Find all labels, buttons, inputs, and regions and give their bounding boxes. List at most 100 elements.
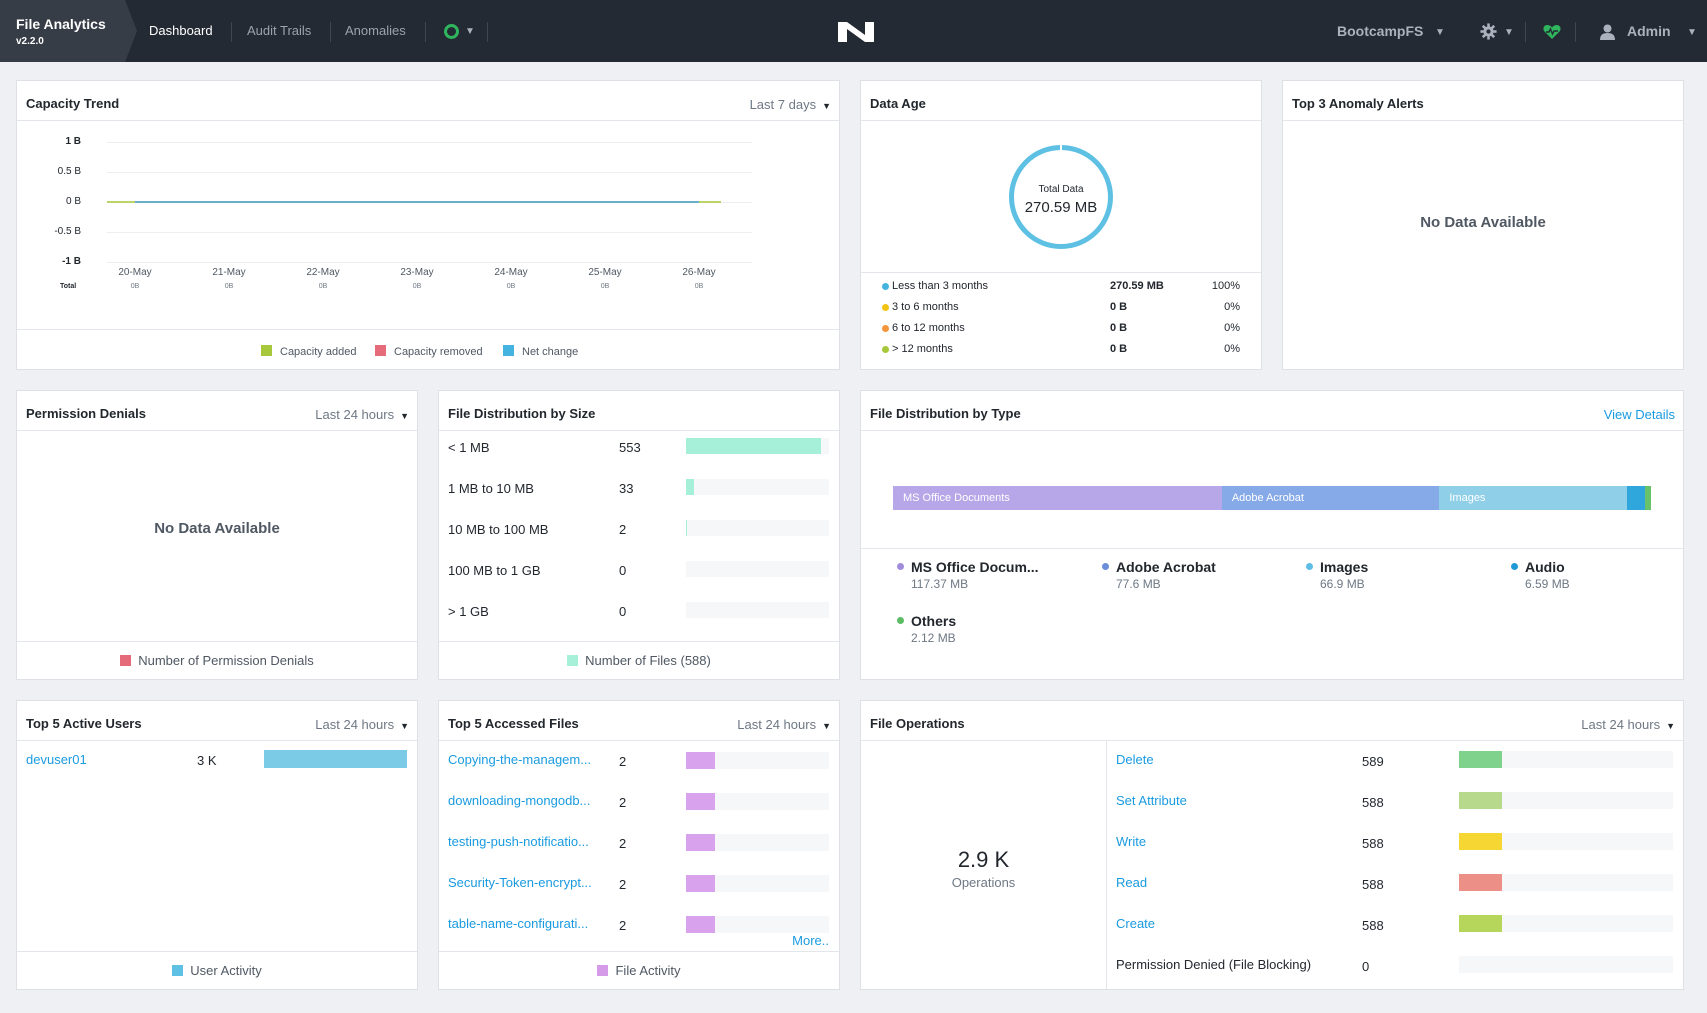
size-bucket-label: 10 MB to 100 MB [448, 522, 549, 537]
file-activity-bar[interactable] [686, 916, 715, 933]
file-type-segment[interactable] [1645, 486, 1651, 510]
file-link[interactable]: downloading-mongodb... [448, 793, 590, 808]
time-range-dropdown[interactable]: Last 24 hours ▼ [315, 407, 409, 422]
file-activity-bar[interactable] [686, 834, 715, 851]
app-title: File Analytics [16, 16, 106, 32]
panel-header: Top 3 Anomaly Alerts [1283, 81, 1683, 121]
filesystem-selector[interactable]: BootcampFS [1337, 0, 1423, 62]
file-type-legend-item[interactable]: Others 2.12 MB [897, 613, 956, 645]
operation-label[interactable]: Read [1116, 875, 1147, 890]
operations-total: 2.9 K [957, 847, 1010, 872]
view-details-link[interactable]: View Details [1604, 407, 1675, 422]
data-age-row: 6 to 12 months 0 B 0% [861, 320, 1261, 340]
file-link[interactable]: testing-push-notificatio... [448, 834, 589, 849]
file-access-count: 2 [619, 795, 627, 810]
file-type-segment[interactable] [1626, 486, 1646, 510]
user-menu[interactable]: Admin [1627, 0, 1671, 62]
tab-anomalies[interactable]: Anomalies [345, 0, 406, 62]
operation-bar[interactable] [1459, 751, 1502, 768]
file-type-segment[interactable]: Images [1439, 486, 1627, 510]
age-bucket-percent: 0% [1224, 343, 1240, 355]
file-type-segment[interactable]: MS Office Documents [893, 486, 1222, 510]
legend-dot [882, 283, 889, 290]
panel-title: Data Age [870, 96, 926, 111]
operation-count: 0 [1362, 959, 1370, 974]
health-heart-icon[interactable] [1543, 24, 1561, 40]
file-type-name: Audio [1525, 559, 1565, 575]
legend-dot [1102, 563, 1109, 570]
chevron-down-icon[interactable]: ▼ [1504, 27, 1514, 38]
nav-divider [487, 22, 488, 42]
operation-bar[interactable] [1459, 833, 1502, 850]
file-type-segment[interactable]: Adobe Acrobat [1221, 486, 1440, 510]
operation-bar[interactable] [1459, 915, 1502, 932]
size-bar[interactable] [686, 438, 821, 454]
file-type-legend-item[interactable]: Adobe Acrobat 77.6 MB [1102, 559, 1216, 591]
size-bar[interactable] [686, 479, 695, 495]
legend-dot [1511, 563, 1518, 570]
nutanix-logo [838, 22, 874, 42]
time-range-dropdown[interactable]: Last 24 hours ▼ [315, 717, 409, 732]
tab-audit-trails[interactable]: Audit Trails [247, 0, 311, 62]
top-navigation-bar: File Analytics v2.2.0 Dashboard Audit Tr… [0, 0, 1707, 62]
operation-bar[interactable] [1459, 792, 1502, 809]
chevron-down-icon[interactable]: ▼ [1435, 27, 1445, 38]
status-indicator-icon[interactable] [444, 24, 459, 39]
legend-swatch [261, 345, 272, 356]
time-range-dropdown[interactable]: Last 24 hours ▼ [1581, 717, 1675, 732]
file-link[interactable]: table-name-configurati... [448, 916, 588, 931]
file-type-legend-item[interactable]: MS Office Docum... 117.37 MB [897, 559, 1039, 591]
legend-capacity-removed[interactable]: Capacity removed [375, 345, 483, 358]
legend-swatch [503, 345, 514, 356]
time-range-label: Last 24 hours [315, 717, 395, 732]
age-bucket-label: > 12 months [892, 343, 953, 355]
gear-icon[interactable] [1480, 23, 1497, 40]
file-link[interactable]: Security-Token-encrypt... [448, 875, 592, 890]
user-activity-bar[interactable] [264, 750, 407, 768]
legend-capacity-added[interactable]: Capacity added [261, 345, 356, 358]
age-bucket-label: Less than 3 months [892, 280, 989, 292]
size-bar[interactable] [686, 520, 687, 536]
nav-divider [1525, 22, 1526, 42]
operation-label[interactable]: Set Attribute [1116, 793, 1187, 808]
age-bucket-size: 270.59 MB [1110, 280, 1164, 292]
bar-track [1459, 833, 1673, 850]
bar-track [1459, 874, 1673, 891]
file-type-size: 66.9 MB [1320, 577, 1365, 591]
app-brand[interactable]: File Analytics v2.2.0 [0, 0, 125, 62]
bar-track [1459, 915, 1673, 932]
bar-track [686, 875, 829, 892]
chevron-down-icon[interactable]: ▼ [1687, 27, 1697, 38]
more-link[interactable]: More.. [792, 933, 829, 948]
top-active-users-panel: Top 5 Active Users Last 24 hours ▼ devuse… [16, 700, 418, 990]
operation-count: 588 [1362, 877, 1384, 892]
legend-swatch [567, 655, 579, 666]
time-range-dropdown[interactable]: Last 24 hours ▼ [737, 717, 831, 732]
size-bucket-label: < 1 MB [448, 440, 490, 455]
file-activity-bar[interactable] [686, 875, 715, 892]
divider [17, 329, 839, 330]
chevron-down-icon[interactable]: ▼ [465, 26, 475, 37]
operation-label[interactable]: Write [1116, 834, 1146, 849]
data-age-row: Less than 3 months 270.59 MB 100% [861, 278, 1261, 298]
age-bucket-label: 6 to 12 months [892, 322, 965, 334]
file-activity-bar[interactable] [686, 793, 715, 810]
size-bucket-count: 0 [619, 604, 627, 619]
file-activity-bar[interactable] [686, 752, 715, 769]
file-link[interactable]: Copying-the-managem... [448, 752, 591, 767]
operation-label[interactable]: Create [1116, 916, 1155, 931]
legend-swatch [597, 965, 609, 976]
empty-state: No Data Available [154, 520, 280, 537]
user-link[interactable]: devuser01 [26, 752, 87, 767]
file-type-size: 2.12 MB [911, 631, 956, 645]
operation-bar[interactable] [1459, 874, 1502, 891]
file-type-name: Adobe Acrobat [1116, 559, 1216, 575]
size-bucket-label: 100 MB to 1 GB [448, 563, 541, 578]
legend-net-change[interactable]: Net change [503, 345, 578, 358]
file-type-legend-item[interactable]: Audio 6.59 MB [1511, 559, 1570, 591]
user-icon[interactable] [1600, 24, 1615, 40]
operation-label[interactable]: Delete [1116, 752, 1154, 767]
file-type-legend-item[interactable]: Images 66.9 MB [1306, 559, 1368, 591]
age-bucket-size: 0 B [1110, 322, 1128, 334]
tab-dashboard[interactable]: Dashboard [149, 0, 213, 62]
